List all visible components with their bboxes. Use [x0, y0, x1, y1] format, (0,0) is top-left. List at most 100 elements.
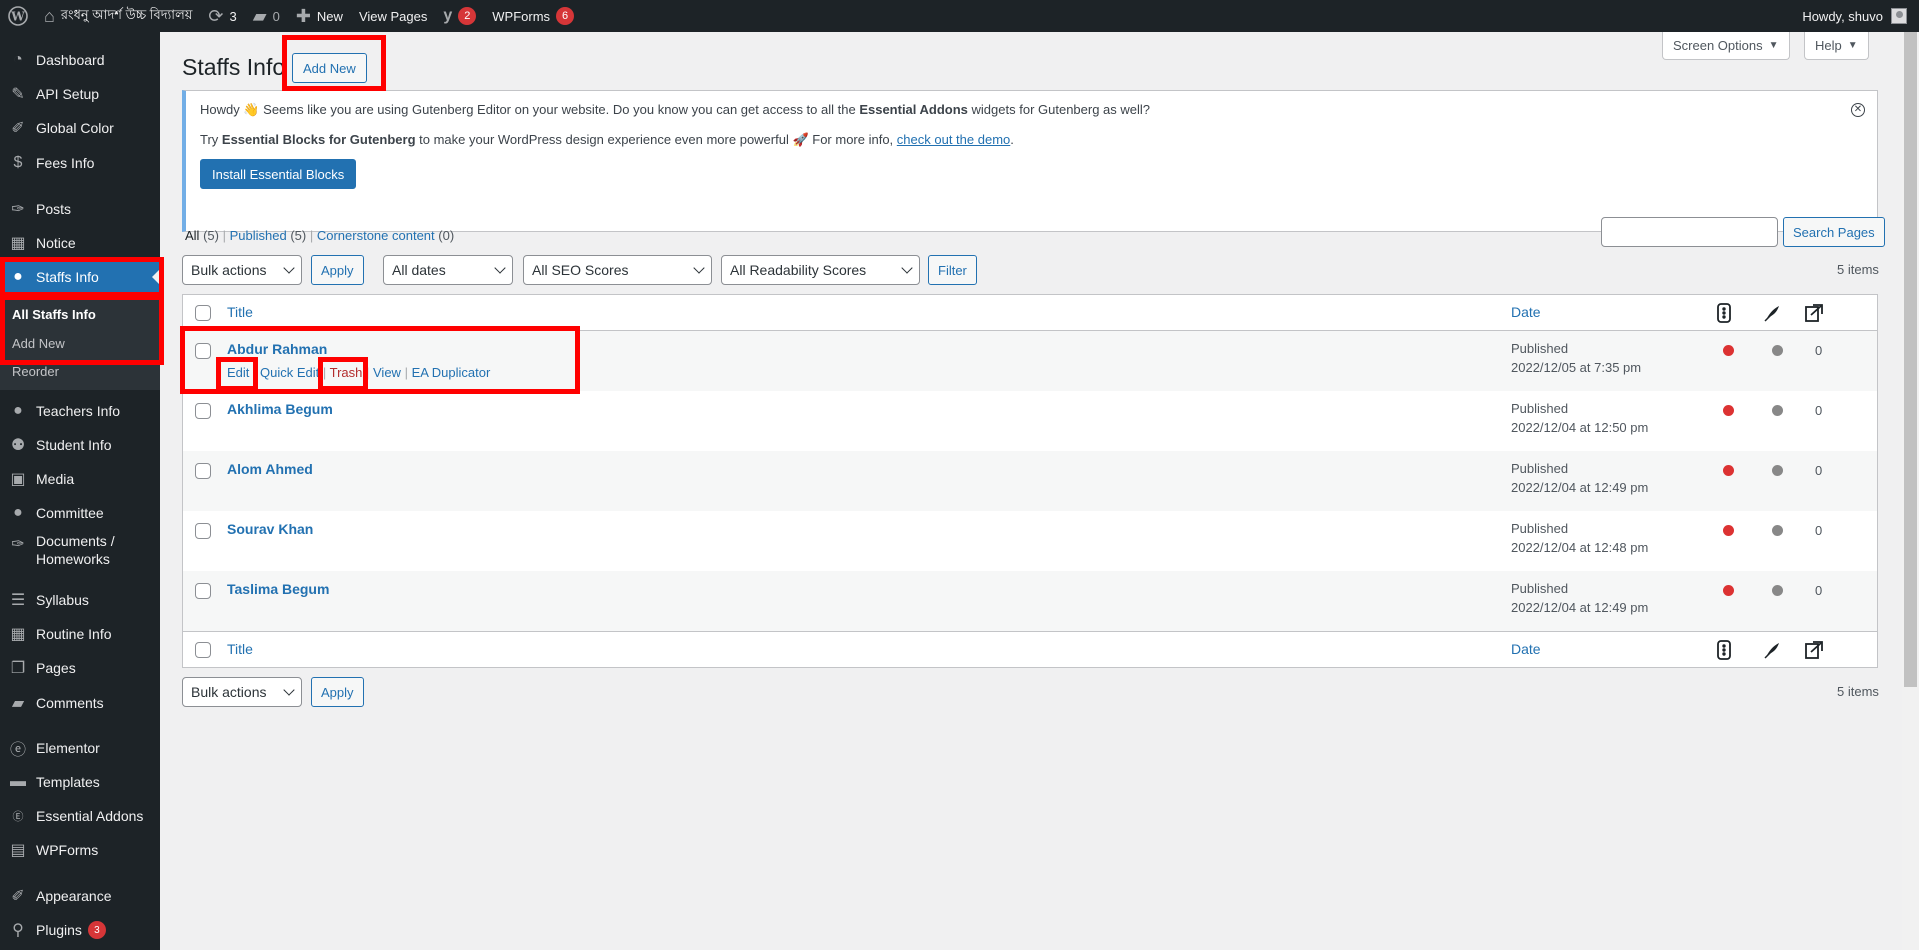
scrollbar-thumb[interactable]: [1904, 32, 1917, 687]
submenu-all-staffs-info[interactable]: All Staffs Info: [12, 307, 96, 322]
sidebar-item-staffs-info[interactable]: ● Staffs Info: [0, 260, 160, 294]
row-checkbox[interactable]: [195, 463, 211, 479]
apply-button[interactable]: Apply: [311, 255, 364, 285]
seo-score-column-icon[interactable]: [1713, 302, 1735, 324]
sidebar-item-student-info[interactable]: ⚉ Student Info: [0, 428, 160, 462]
select-all-checkbox-footer[interactable]: [195, 642, 211, 658]
column-date[interactable]: Date: [1511, 304, 1541, 320]
check-demo-link[interactable]: check out the demo: [897, 132, 1010, 147]
internal-links-count: 0: [1815, 583, 1823, 598]
column-title-footer[interactable]: Title: [227, 641, 253, 657]
sidebar-item-pages[interactable]: ❐ Pages: [0, 651, 160, 685]
sidebar-item-label: Student Info: [36, 437, 112, 453]
sidebar-item-essential-addons[interactable]: Ⓔ Essential Addons: [0, 799, 160, 833]
new-content-link[interactable]: ✚ New: [288, 0, 351, 32]
row-status: Published: [1511, 401, 1569, 416]
sidebar-item-teachers-info[interactable]: ● Teachers Info: [0, 394, 160, 428]
quick-edit-link[interactable]: Quick Edit: [260, 365, 319, 380]
seo-scores-select[interactable]: All SEO Scores: [523, 255, 712, 285]
seo-score-dot: [1723, 585, 1734, 596]
sidebar-item-syllabus[interactable]: ☰ Syllabus: [0, 583, 160, 617]
help-button[interactable]: Help ▼: [1804, 32, 1869, 60]
row-title-link[interactable]: Sourav Khan: [227, 521, 313, 537]
view-pages-link[interactable]: View Pages: [351, 0, 435, 32]
bulk-actions-select[interactable]: Bulk actions: [182, 255, 302, 285]
ea-icon: Ⓔ: [12, 811, 24, 823]
row-checkbox[interactable]: [195, 343, 211, 359]
submenu-add-new[interactable]: Add New: [12, 336, 65, 351]
updates-link[interactable]: ⟳ 3: [200, 0, 244, 32]
ea-duplicator-link[interactable]: EA Duplicator: [412, 365, 491, 380]
page-title: Staffs Info: [182, 54, 286, 80]
row-checkbox[interactable]: [195, 523, 211, 539]
view-all[interactable]: All (5): [185, 228, 219, 243]
sidebar-item-api-setup[interactable]: ✎ API Setup: [0, 77, 160, 111]
internal-links-column-icon[interactable]: [1803, 639, 1825, 661]
sidebar-item-plugins[interactable]: ⚲ Plugins 3: [0, 913, 160, 947]
admin-sidebar: ◔ Dashboard ✎ API Setup ✐ Global Color $ Fee…: [0, 32, 160, 950]
row-checkbox[interactable]: [195, 403, 211, 419]
column-date-footer[interactable]: Date: [1511, 641, 1541, 657]
new-label: New: [316, 8, 343, 24]
sidebar-item-posts[interactable]: ✑ Posts: [0, 192, 160, 226]
screen-options-button[interactable]: Screen Options ▼: [1662, 32, 1790, 60]
internal-links-column-icon[interactable]: [1803, 302, 1825, 324]
search-pages-button[interactable]: Search Pages: [1783, 217, 1885, 247]
table-row: Taslima Begum Published 2022/12/04 at 12…: [183, 571, 1877, 631]
sidebar-item-dashboard[interactable]: ◔ Dashboard: [0, 43, 160, 77]
sidebar-item-media[interactable]: ▣ Media: [0, 462, 160, 496]
sidebar-item-documents[interactable]: ✑ Documents / Homeworks: [0, 532, 160, 576]
sidebar-item-label: Media: [36, 471, 75, 487]
filter-button[interactable]: Filter: [928, 255, 977, 285]
view-link[interactable]: View: [373, 365, 401, 380]
sidebar-item-routine-info[interactable]: ▦ Routine Info: [0, 617, 160, 651]
dates-select[interactable]: All dates: [383, 255, 513, 285]
edit-link[interactable]: Edit: [227, 365, 249, 380]
readability-column-icon[interactable]: [1761, 302, 1783, 324]
install-essential-blocks-button[interactable]: Install Essential Blocks: [200, 159, 357, 189]
my-account[interactable]: Howdy, shuvo: [1802, 8, 1919, 24]
row-title-link[interactable]: Taslima Begum: [227, 581, 329, 597]
readability-column-icon[interactable]: [1761, 639, 1783, 661]
sidebar-item-global-color[interactable]: ✐ Global Color: [0, 111, 160, 145]
select-all-checkbox[interactable]: [195, 305, 211, 321]
sidebar-item-committee[interactable]: ● Committee: [0, 496, 160, 530]
search-input[interactable]: [1601, 217, 1778, 247]
wpforms-menu[interactable]: WPForms 6: [484, 0, 582, 32]
svg-text:W: W: [10, 10, 25, 24]
add-new-button[interactable]: Add New: [292, 53, 367, 83]
apply-button-bottom[interactable]: Apply: [311, 677, 364, 707]
sidebar-item-notice[interactable]: ▦ Notice: [0, 226, 160, 260]
row-status: Published: [1511, 341, 1569, 356]
vertical-scrollbar[interactable]: [1902, 32, 1919, 950]
readability-score-dot: [1772, 585, 1783, 596]
groups-icon: ⚉: [10, 437, 26, 454]
row-title-link[interactable]: Akhlima Begum: [227, 401, 333, 417]
sidebar-item-comments[interactable]: ▰ Comments: [0, 686, 160, 720]
seo-score-dot: [1723, 465, 1734, 476]
bulk-actions-select-bottom[interactable]: Bulk actions: [182, 677, 302, 707]
submenu-reorder[interactable]: Reorder: [12, 364, 59, 379]
sidebar-item-appearance[interactable]: ✐ Appearance: [0, 879, 160, 913]
sidebar-item-elementor[interactable]: ⓔ Elementor: [0, 731, 160, 765]
view-cornerstone[interactable]: Cornerstone content (0): [317, 228, 454, 243]
gutenberg-notice: Howdy 👋 Seems like you are using Gutenbe…: [182, 90, 1878, 232]
sidebar-item-templates[interactable]: ▬ Templates: [0, 765, 160, 799]
sidebar-item-wpforms[interactable]: ▤ WPForms: [0, 833, 160, 867]
comments-link[interactable]: ▰ 0: [245, 0, 288, 32]
seo-score-column-icon[interactable]: [1713, 639, 1735, 661]
view-published[interactable]: Published (5): [230, 228, 307, 243]
trash-link[interactable]: Trash: [330, 365, 363, 380]
users-icon: ●: [13, 402, 23, 419]
dismiss-notice-icon[interactable]: ✕: [1851, 103, 1865, 117]
main-content: Screen Options ▼ Help ▼ Staffs Info Add Ne…: [160, 32, 1919, 950]
readability-scores-select[interactable]: All Readability Scores: [721, 255, 920, 285]
column-title[interactable]: Title: [227, 304, 253, 320]
row-title-link[interactable]: Abdur Rahman: [227, 341, 327, 357]
row-checkbox[interactable]: [195, 583, 211, 599]
wp-logo[interactable]: W: [0, 0, 36, 32]
site-name-link[interactable]: ⌂ রংধনু আদর্শ উচ্চ বিদ্যালয়: [36, 0, 200, 32]
sidebar-item-fees-info[interactable]: $ Fees Info: [0, 146, 160, 180]
row-title-link[interactable]: Alom Ahmed: [227, 461, 313, 477]
yoast-menu[interactable]: y 2: [435, 0, 484, 32]
